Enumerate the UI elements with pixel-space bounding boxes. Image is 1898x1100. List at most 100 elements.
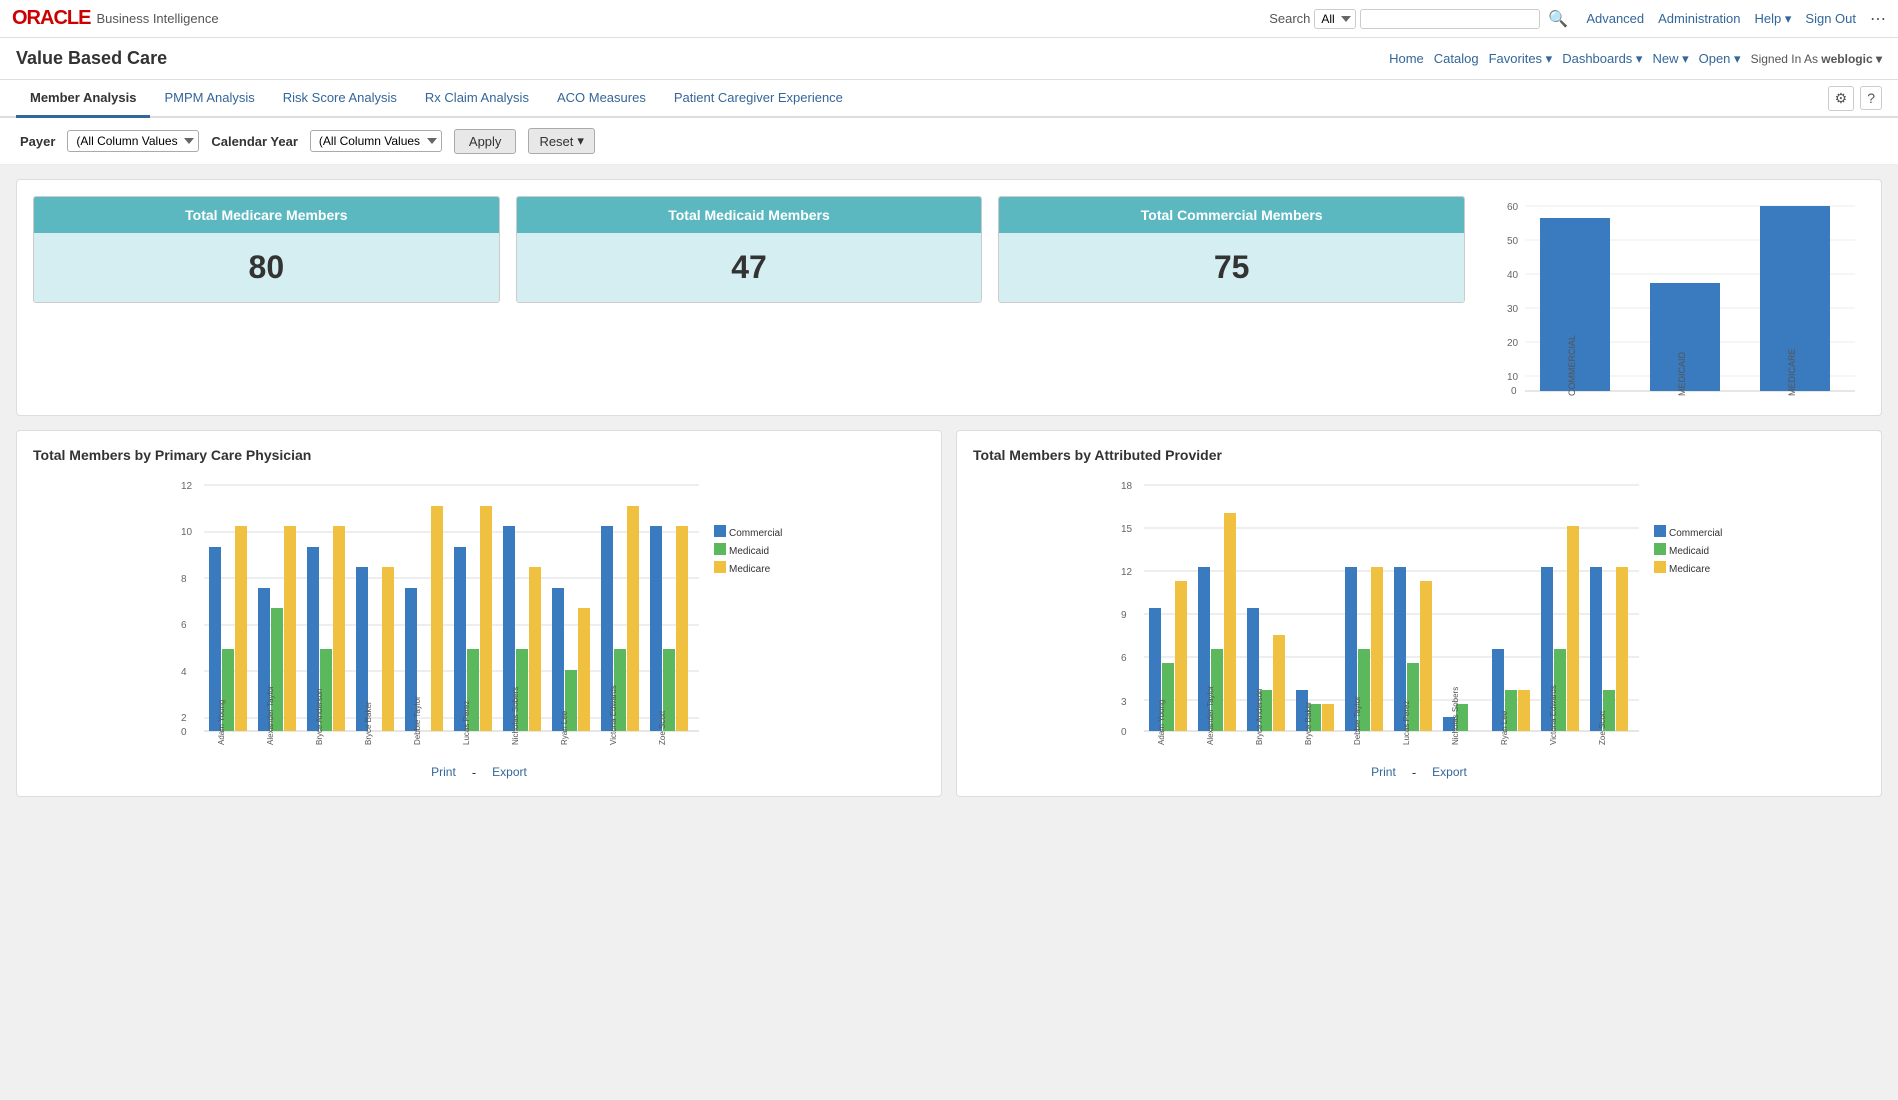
svg-text:Bryce Baker: Bryce Baker — [364, 701, 373, 745]
settings-icon-button[interactable]: ⚙ — [1828, 86, 1855, 111]
svg-text:Commercial: Commercial — [729, 528, 782, 539]
open-button[interactable]: Open ▾ — [1699, 51, 1741, 67]
tab-risk-score-analysis[interactable]: Risk Score Analysis — [269, 80, 411, 118]
help-icon-button[interactable]: ? — [1860, 86, 1882, 110]
svg-text:Medicaid: Medicaid — [729, 546, 769, 557]
svg-text:Nicholas Sobers: Nicholas Sobers — [511, 687, 520, 745]
svg-text:Adam Young: Adam Young — [1157, 700, 1166, 745]
svg-text:2: 2 — [181, 713, 187, 724]
svg-text:18: 18 — [1121, 481, 1133, 492]
payer-select[interactable]: (All Column Values — [67, 130, 199, 152]
svg-text:Commercial: Commercial — [1669, 528, 1722, 539]
signout-link[interactable]: Sign Out — [1805, 11, 1856, 26]
svg-text:3: 3 — [1121, 697, 1127, 708]
svg-text:15: 15 — [1121, 524, 1133, 535]
svg-text:Ryan Lee: Ryan Lee — [1500, 710, 1509, 745]
bi-text: Business Intelligence — [96, 11, 218, 26]
svg-text:40: 40 — [1507, 270, 1519, 281]
svg-text:0: 0 — [1121, 727, 1127, 738]
svg-text:20: 20 — [1507, 338, 1519, 349]
attributed-print-link[interactable]: Print — [1371, 765, 1396, 780]
svg-text:30: 30 — [1507, 304, 1519, 315]
svg-text:Lucas Perez: Lucas Perez — [462, 701, 471, 745]
medicare-card: Total Medicare Members 80 — [33, 196, 500, 303]
top-nav-right: Search All 🔍 Advanced Administration Hel… — [1269, 7, 1886, 31]
oracle-text: ORACLE — [12, 7, 90, 30]
tab-rx-claim-analysis[interactable]: Rx Claim Analysis — [411, 80, 543, 118]
svg-text:Nicholas Sobers: Nicholas Sobers — [1451, 687, 1460, 745]
svg-text:4: 4 — [181, 667, 187, 678]
search-button[interactable]: 🔍 — [1544, 7, 1572, 31]
svg-text:Adam Young: Adam Young — [217, 700, 226, 745]
svg-text:10: 10 — [181, 527, 193, 538]
main-content: Total Medicare Members 80 Total Medicaid… — [0, 165, 1898, 811]
svg-text:Debbie Taylor: Debbie Taylor — [1353, 696, 1362, 745]
svg-text:Zoe Scott: Zoe Scott — [658, 710, 667, 745]
medicaid-card-header: Total Medicaid Members — [517, 197, 982, 233]
svg-text:COMMERCIAL: COMMERCIAL — [1567, 335, 1577, 396]
pcp-print-link[interactable]: Print — [431, 765, 456, 780]
search-area: Search All 🔍 — [1269, 7, 1572, 31]
svg-text:MEDICAID: MEDICAID — [1677, 351, 1687, 396]
calendar-year-filter-label: Calendar Year — [211, 134, 297, 149]
dashboards-button[interactable]: Dashboards ▾ — [1562, 51, 1642, 67]
svg-text:60: 60 — [1507, 202, 1519, 213]
help-dropdown[interactable]: Help ▾ — [1755, 11, 1792, 27]
svg-text:Medicare: Medicare — [729, 564, 771, 575]
new-button[interactable]: New ▾ — [1652, 51, 1688, 67]
svg-text:12: 12 — [181, 481, 193, 492]
search-select[interactable]: All — [1314, 9, 1356, 29]
medicare-card-header: Total Medicare Members — [34, 197, 499, 233]
reset-button[interactable]: Reset ▾ — [528, 128, 595, 154]
attributed-chart-title: Total Members by Attributed Provider — [973, 447, 1865, 463]
tab-member-analysis[interactable]: Member Analysis — [16, 80, 150, 118]
svg-text:0: 0 — [1511, 386, 1517, 396]
catalog-button[interactable]: Catalog — [1434, 51, 1479, 66]
svg-text:Lucas Perez: Lucas Perez — [1402, 701, 1411, 745]
svg-text:8: 8 — [181, 574, 187, 585]
search-input[interactable] — [1360, 9, 1540, 29]
title-bar: Value Based Care Home Catalog Favorites … — [0, 38, 1898, 80]
more-icon[interactable]: ⋯ — [1870, 9, 1886, 29]
svg-text:Alexander Taylor: Alexander Taylor — [266, 685, 275, 745]
home-button[interactable]: Home — [1389, 51, 1424, 66]
title-bar-nav: Home Catalog Favorites ▾ Dashboards ▾ Ne… — [1389, 51, 1882, 67]
summary-chart: 60 50 40 30 20 10 0 — [1485, 196, 1865, 399]
attributed-chart-panel: Total Members by Attributed Provider 18 … — [956, 430, 1882, 797]
svg-text:9: 9 — [1121, 610, 1127, 621]
pcp-bar-chart: 12 10 8 6 4 2 0 — [33, 475, 925, 755]
favorites-button[interactable]: Favorites ▾ — [1489, 51, 1553, 67]
medicaid-card-value: 47 — [517, 233, 982, 302]
tab-pmpm-analysis[interactable]: PMPM Analysis — [150, 80, 268, 118]
svg-text:0: 0 — [181, 727, 187, 738]
pcp-export-link[interactable]: Export — [492, 765, 527, 780]
commercial-card-value: 75 — [999, 233, 1464, 302]
svg-text:Victoria Edwards: Victoria Edwards — [1549, 685, 1558, 745]
administration-link[interactable]: Administration — [1658, 11, 1740, 26]
commercial-card-header: Total Commercial Members — [999, 197, 1464, 233]
attributed-export-link[interactable]: Export — [1432, 765, 1467, 780]
svg-text:Medicare: Medicare — [1669, 564, 1711, 575]
pcp-chart-footer: Print - Export — [33, 765, 925, 780]
calendar-year-select[interactable]: (All Column Values — [310, 130, 442, 152]
svg-text:Alexander Taylor: Alexander Taylor — [1206, 685, 1215, 745]
medicare-card-value: 80 — [34, 233, 499, 302]
svg-text:Ryan Lee: Ryan Lee — [560, 710, 569, 745]
tab-patient-caregiver-experience[interactable]: Patient Caregiver Experience — [660, 80, 857, 118]
tabs-bar: Member Analysis PMPM Analysis Risk Score… — [0, 80, 1898, 118]
tab-aco-measures[interactable]: ACO Measures — [543, 80, 660, 118]
advanced-link[interactable]: Advanced — [1586, 11, 1644, 26]
top-navigation: ORACLE Business Intelligence Search All … — [0, 0, 1898, 38]
pcp-chart-title: Total Members by Primary Care Physician — [33, 447, 925, 463]
summary-bar-chart: 60 50 40 30 20 10 0 — [1485, 196, 1865, 396]
apply-button[interactable]: Apply — [454, 129, 517, 154]
pcp-chart-area: 12 10 8 6 4 2 0 — [33, 475, 925, 755]
svg-text:Bryce Anderson: Bryce Anderson — [315, 689, 324, 745]
svg-text:6: 6 — [1121, 653, 1127, 664]
svg-text:Zoe Scott: Zoe Scott — [1598, 710, 1607, 745]
search-label: Search — [1269, 11, 1310, 26]
attributed-chart-area: 18 15 12 9 6 3 0 — [973, 475, 1865, 755]
svg-text:Bryce Baker: Bryce Baker — [1304, 701, 1313, 745]
medicaid-card: Total Medicaid Members 47 — [516, 196, 983, 303]
member-cards: Total Medicare Members 80 Total Medicaid… — [33, 196, 1465, 303]
